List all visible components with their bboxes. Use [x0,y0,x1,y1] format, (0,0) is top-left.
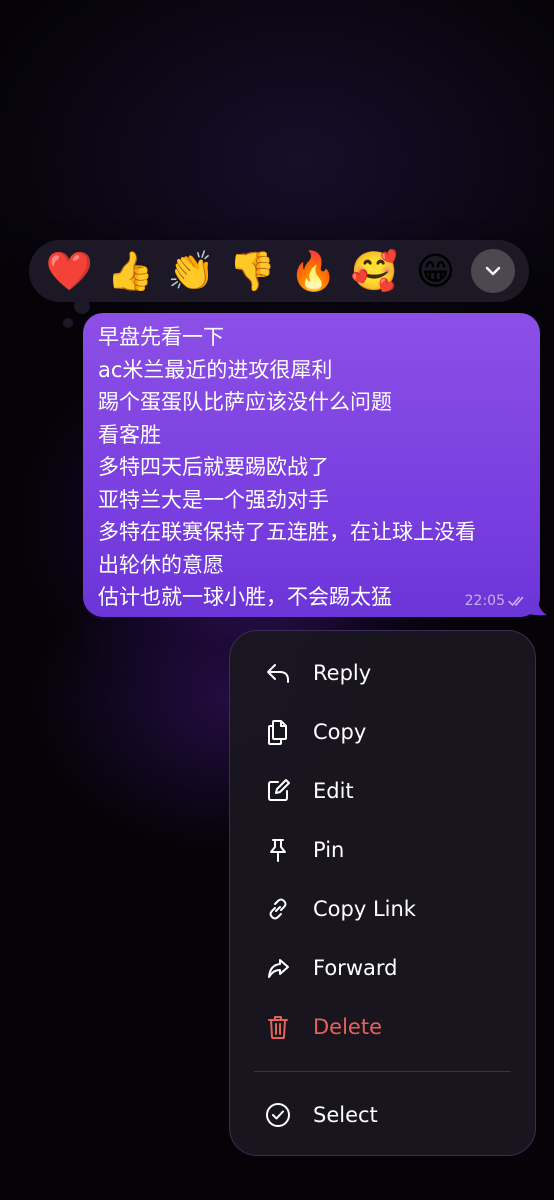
reply-icon [263,658,293,688]
reaction-heart[interactable]: ❤️ [39,243,100,299]
message-meta: 22:05 [465,593,528,609]
check-circle-icon [263,1100,293,1130]
message-text: 早盘先看一下 ac米兰最近的进攻很犀利 踢个蛋蛋队比萨应该没什么问题 看客胜 多… [98,325,476,609]
menu-label-copy: Copy [313,719,367,744]
message-bubble[interactable]: 早盘先看一下 ac米兰最近的进攻很犀利 踢个蛋蛋队比萨应该没什么问题 看客胜 多… [83,313,540,617]
menu-item-copy[interactable]: Copy [230,702,535,761]
menu-label-copy-link: Copy Link [313,896,416,921]
reaction-fire[interactable]: 🔥 [283,243,344,299]
menu-item-delete[interactable]: Delete [230,997,535,1056]
menu-divider [254,1071,511,1072]
menu-label-select: Select [313,1102,378,1127]
reaction-grinning-face[interactable]: 😁 [405,243,466,299]
pin-icon [263,835,293,865]
reaction-smiling-face-with-hearts[interactable]: 🥰 [344,243,405,299]
menu-label-forward: Forward [313,955,398,980]
menu-item-reply[interactable]: Reply [230,643,535,702]
link-icon [263,894,293,924]
edit-icon [263,776,293,806]
bubble-tail [528,596,547,616]
reaction-bar-tail [74,298,90,314]
reaction-bar: ❤️ 👍 👏 👎 🔥 🥰 😁 [29,240,529,302]
double-check-icon [508,596,524,606]
trash-icon [263,1012,293,1042]
menu-label-edit: Edit [313,778,354,803]
forward-icon [263,953,293,983]
chevron-down-icon [485,266,501,276]
menu-item-pin[interactable]: Pin [230,820,535,879]
menu-item-copy-link[interactable]: Copy Link [230,879,535,938]
more-reactions-button[interactable] [471,249,515,293]
menu-item-forward[interactable]: Forward [230,938,535,997]
reaction-thumbs-down[interactable]: 👎 [222,243,283,299]
reaction-clapping-hands[interactable]: 👏 [161,243,222,299]
menu-label-delete: Delete [313,1014,382,1039]
reaction-bar-tail-small [63,318,73,328]
menu-item-edit[interactable]: Edit [230,761,535,820]
menu-item-select[interactable]: Select [230,1085,535,1144]
context-menu: Reply Copy Edit Pin Copy Link Forward De… [229,630,536,1156]
menu-label-reply: Reply [313,660,372,685]
reaction-thumbs-up[interactable]: 👍 [100,243,161,299]
menu-label-pin: Pin [313,837,345,862]
copy-icon [263,717,293,747]
message-time: 22:05 [464,593,505,609]
chat-screen: ❤️ 👍 👏 👎 🔥 🥰 😁 早盘先看一下 ac米兰最近的进攻很犀利 踢个蛋蛋队… [0,0,554,1200]
